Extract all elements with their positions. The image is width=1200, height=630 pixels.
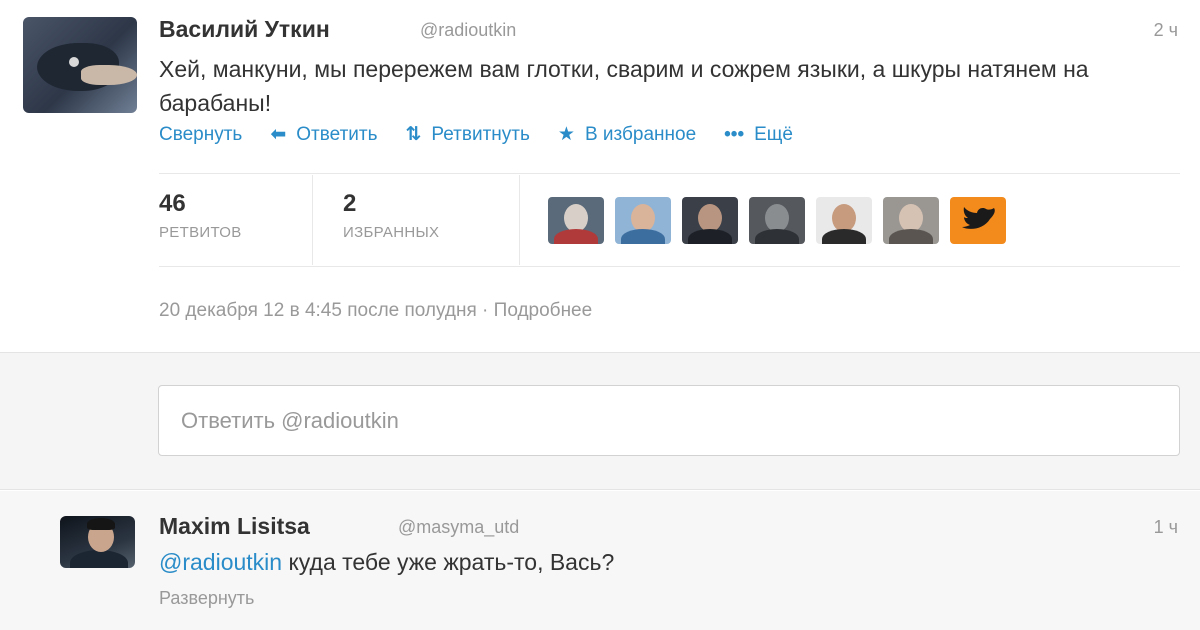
timestamp-text: 20 декабря 12 в 4:45 после полудня — [159, 300, 477, 321]
retweets-stat[interactable]: 46 РЕТВИТОВ — [159, 190, 242, 241]
collapse-label: Свернуть — [159, 123, 243, 145]
timestamp-separator: · — [476, 300, 494, 321]
reply-tweet: Maxim Lisitsa @masyma_utd 1 ч @radioutki… — [0, 491, 1200, 630]
reply-author-handle[interactable]: @masyma_utd — [398, 517, 519, 538]
reply-button[interactable]: ⬅ Ответить — [270, 123, 377, 146]
mention-link[interactable]: @radioutkin — [159, 549, 282, 575]
retweets-count: 46 — [159, 190, 186, 217]
details-link[interactable]: Подробнее — [494, 300, 593, 321]
stats-bottom-divider — [159, 266, 1180, 267]
reply-icon: ⬅ — [270, 124, 287, 145]
star-icon: ★ — [557, 124, 575, 145]
tweet-time[interactable]: 2 ч — [1154, 20, 1178, 41]
tweet-actions: Свернуть ⬅ Ответить ⇅ Ретвитнуть ★ В изб… — [159, 123, 821, 146]
retweeter-avatar[interactable] — [816, 197, 872, 244]
retweeter-avatars — [548, 197, 1017, 244]
more-dots-icon: ••• — [724, 123, 745, 145]
author-name[interactable]: Василий Уткин — [159, 16, 330, 43]
tweet-timestamp: 20 декабря 12 в 4:45 после полудня · Под… — [159, 300, 592, 322]
retweeter-avatar[interactable] — [548, 197, 604, 244]
author-avatar[interactable] — [23, 17, 137, 113]
bird-icon — [962, 207, 995, 229]
retweeter-avatar[interactable] — [682, 197, 738, 244]
more-button[interactable]: ••• Ещё — [724, 124, 793, 146]
stats-top-divider — [159, 173, 1180, 174]
reply-text: @radioutkin куда тебе уже жрать-то, Вась… — [159, 549, 614, 576]
reply-box — [0, 352, 1200, 490]
retweeter-avatar[interactable] — [749, 197, 805, 244]
author-handle[interactable]: @radioutkin — [420, 20, 516, 41]
reply-author-name[interactable]: Maxim Lisitsa — [159, 513, 310, 540]
reply-time[interactable]: 1 ч — [1154, 517, 1178, 538]
favorite-label: В избранное — [584, 123, 697, 145]
collapse-link[interactable]: Свернуть — [159, 124, 242, 146]
retweeter-avatar[interactable] — [615, 197, 671, 244]
more-label: Ещё — [754, 123, 793, 145]
retweets-label: РЕТВИТОВ — [159, 224, 242, 241]
favorites-stat[interactable]: 2 ИЗБРАННЫХ — [343, 190, 439, 241]
stats-separator — [519, 175, 520, 265]
main-tweet: Василий Уткин @radioutkin 2 ч Хей, манку… — [0, 0, 1200, 352]
stats-separator — [312, 175, 313, 265]
reply-input[interactable] — [158, 385, 1180, 456]
retweet-icon: ⇅ — [405, 124, 422, 145]
tweet-text: Хей, манкуни, мы перережем вам глотки, с… — [159, 56, 1089, 116]
retweet-label: Ретвитнуть — [431, 123, 530, 145]
reply-author-avatar[interactable] — [60, 516, 135, 568]
retweet-button[interactable]: ⇅ Ретвитнуть — [405, 123, 529, 146]
reply-body: куда тебе уже жрать-то, Вась? — [282, 549, 615, 575]
expand-link[interactable]: Развернуть — [159, 588, 254, 609]
favorite-button[interactable]: ★ В избранное — [558, 123, 696, 146]
reply-label: Ответить — [296, 123, 378, 145]
favorites-count: 2 — [343, 190, 357, 217]
favorites-label: ИЗБРАННЫХ — [343, 224, 440, 241]
retweeter-avatar[interactable] — [950, 197, 1006, 244]
retweeter-avatar[interactable] — [883, 197, 939, 244]
